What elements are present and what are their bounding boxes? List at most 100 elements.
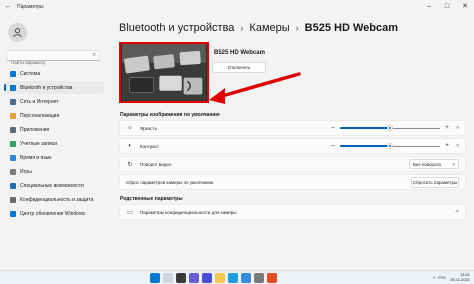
reset-card: Сброс параметров камеры по умолчанию Сбр… <box>119 174 466 190</box>
sidebar-item-label: Конфиденциальность и защита <box>20 196 94 203</box>
sidebar-item-label: Bluetooth и устройства <box>20 84 73 91</box>
sidebar-item-label: Система <box>20 70 41 77</box>
window-controls: – □ ✕ <box>420 0 474 14</box>
sidebar-item-label: Сеть и Интернет <box>20 98 59 105</box>
sidebar-item[interactable]: Учетные записи <box>4 137 104 150</box>
rotation-label: Поворот видео <box>140 161 172 167</box>
clock-date: 29.11.2021 <box>450 277 470 282</box>
contrast-card: ◐ Контраст – + ˄ <box>119 138 466 154</box>
contrast-label: Контраст <box>140 143 159 149</box>
search-icon[interactable] <box>163 273 173 283</box>
sidebar-item[interactable]: Сеть и Интернет <box>4 95 104 108</box>
user-icon <box>13 27 22 37</box>
back-arrow-icon[interactable]: ← <box>2 1 14 13</box>
contrast-increase-button[interactable]: + <box>444 143 450 149</box>
sidebar-item[interactable]: Персонализация <box>4 109 104 122</box>
breadcrumb: Bluetooth и устройства › Камеры › B525 H… <box>112 14 474 42</box>
sidebar-item-label: Игры <box>20 168 32 175</box>
task-view-icon[interactable] <box>176 273 186 283</box>
slider-thumb[interactable] <box>387 143 394 149</box>
breadcrumb-item-cameras[interactable]: Камеры <box>249 22 289 34</box>
start-icon[interactable] <box>150 273 160 283</box>
chevron-down-icon: ˅ <box>452 161 455 167</box>
search-icon[interactable]: ⌕ <box>93 52 96 59</box>
file-explorer-icon[interactable] <box>215 273 225 283</box>
sidebar: ⌕ Система Bluetooth и устройства Сеть и Ин… <box>0 14 108 270</box>
edge-icon[interactable] <box>228 273 238 283</box>
gaming-icon <box>10 168 16 175</box>
rotation-dropdown[interactable]: Без поворота ˅ <box>409 159 459 169</box>
rotation-value: Без поворота <box>413 161 441 167</box>
sidebar-item-label: Специальные возможности <box>20 182 84 189</box>
brightness-label: Яркость <box>140 125 157 131</box>
main-content: Bluetooth и устройства › Камеры › B525 H… <box>112 14 474 270</box>
teams-icon[interactable] <box>202 273 212 283</box>
camera-icon: ▭ <box>127 209 133 216</box>
sidebar-item-label: Время и язык <box>20 154 52 161</box>
section-title-image-settings: Параметры изображения по умолчанию <box>120 112 220 118</box>
maximize-icon[interactable]: □ <box>438 0 456 14</box>
sidebar-nav: Система Bluetooth и устройства Сеть и Инте… <box>0 67 108 220</box>
window-title: Параметры <box>17 4 44 10</box>
rotation-card: ↻ Поворот видео Без поворота ˅ <box>119 156 466 172</box>
accounts-icon <box>10 140 16 147</box>
sun-icon: ☼ <box>127 125 133 131</box>
sidebar-item[interactable]: Конфиденциальность и защита <box>4 193 104 206</box>
clock[interactable]: 11:51 29.11.2021 <box>450 272 470 282</box>
disconnect-button[interactable]: Отключить <box>212 62 266 73</box>
brightness-card: ☼ Яркость – + ˄ <box>119 120 466 136</box>
contrast-slider[interactable] <box>340 142 441 150</box>
privacy-card[interactable]: ▭ Параметры конфиденциальности для камер… <box>119 204 466 220</box>
breadcrumb-separator: › <box>240 23 244 33</box>
sidebar-item[interactable]: Bluetooth и устройства <box>4 81 104 94</box>
settings-app-icon[interactable] <box>254 273 264 283</box>
taskbar: ˄ РУС 11:51 29.11.2021 <box>0 270 474 284</box>
system-icon <box>10 70 16 77</box>
breadcrumb-item-current: B525 HD Webcam <box>304 22 398 34</box>
sidebar-item-label: Приложения <box>20 126 50 133</box>
taskbar-icons <box>150 273 277 283</box>
sidebar-item-label: Учетные записи <box>20 140 58 147</box>
minimize-icon[interactable]: – <box>420 0 438 14</box>
breadcrumb-item-bluetooth[interactable]: Bluetooth и устройства <box>119 22 234 34</box>
update-icon <box>10 210 16 217</box>
network-icon <box>10 98 16 105</box>
chevron-up-icon[interactable]: ˄ <box>456 125 459 131</box>
sidebar-item[interactable]: Приложения <box>4 123 104 136</box>
brightness-decrease-button[interactable]: – <box>330 125 336 131</box>
app-icon[interactable] <box>267 273 277 283</box>
system-tray: ˄ РУС 11:51 29.11.2021 <box>433 272 470 282</box>
sidebar-item-label: Персонализация <box>20 112 60 119</box>
reset-button[interactable]: Сбросить параметры <box>411 176 459 188</box>
accessibility-icon <box>10 182 16 189</box>
search-input[interactable] <box>7 58 81 67</box>
contrast-icon: ◐ <box>128 143 132 149</box>
contrast-decrease-button[interactable]: – <box>330 143 336 149</box>
brightness-increase-button[interactable]: + <box>444 125 450 131</box>
user-profile[interactable] <box>0 14 108 44</box>
apps-icon <box>10 126 16 133</box>
privacy-label: Параметры конфиденциальности для камеры <box>140 209 237 215</box>
camera-preview <box>119 42 209 103</box>
search-box: ⌕ <box>6 50 100 67</box>
sidebar-item[interactable]: Время и язык <box>4 151 104 164</box>
globe-icon <box>10 154 16 161</box>
sidebar-item[interactable]: Система <box>4 67 104 80</box>
camera-header: B525 HD Webcam Отключить <box>112 42 474 110</box>
shield-icon <box>10 196 16 203</box>
slider-thumb[interactable] <box>387 125 394 131</box>
sidebar-item[interactable]: Игры <box>4 165 104 178</box>
language-indicator[interactable]: РУС <box>438 275 446 280</box>
avatar <box>8 22 27 42</box>
brightness-slider[interactable] <box>340 124 441 132</box>
section-title-related: Родственные параметры <box>120 196 183 202</box>
sidebar-item[interactable]: Специальные возможности <box>4 179 104 192</box>
reset-label: Сброс параметров камеры по умолчанию <box>126 179 214 185</box>
rotate-icon: ↻ <box>127 161 133 168</box>
widgets-icon[interactable] <box>189 273 199 283</box>
close-icon[interactable]: ✕ <box>456 0 474 14</box>
store-icon[interactable] <box>241 273 251 283</box>
sidebar-item[interactable]: Центр обновления Windows <box>4 207 104 220</box>
chevron-up-icon[interactable]: ˄ <box>456 143 459 149</box>
chevron-up-icon[interactable]: ˄ <box>433 275 435 280</box>
